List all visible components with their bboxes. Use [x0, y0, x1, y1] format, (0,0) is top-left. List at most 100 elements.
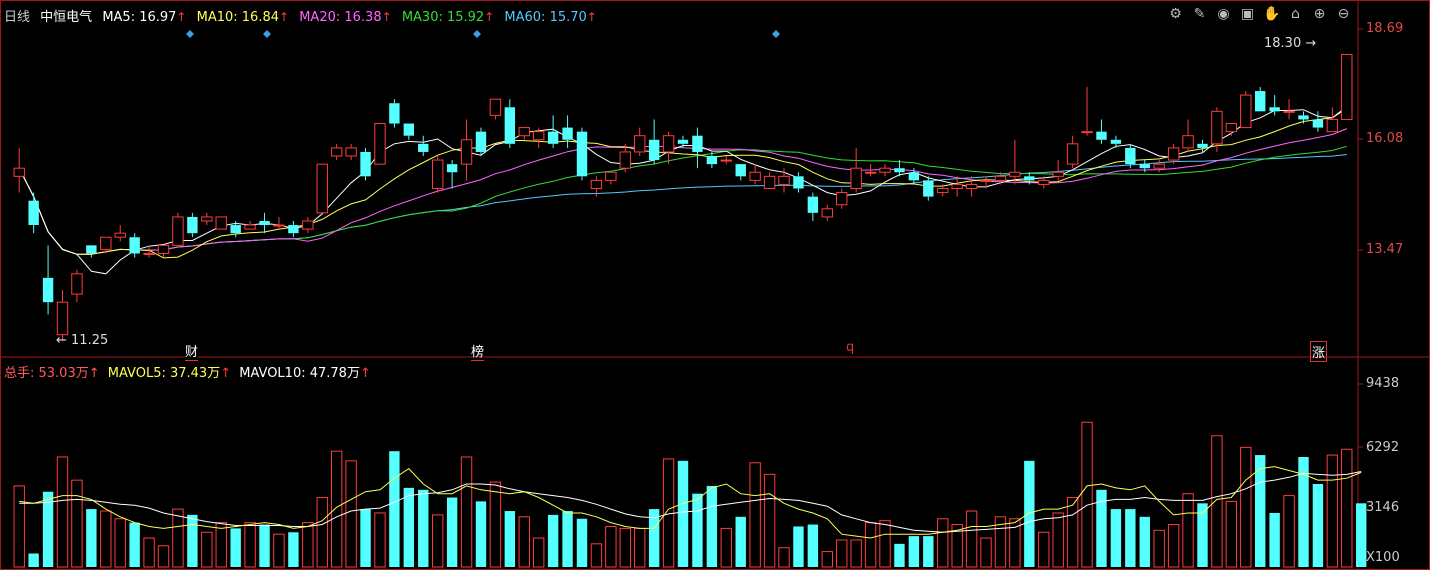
volume-bar-up[interactable] [879, 520, 891, 568]
volume-bar-up[interactable] [172, 508, 184, 568]
candle[interactable] [403, 123, 415, 140]
candle[interactable] [662, 131, 675, 165]
volume-bar-up[interactable] [143, 537, 155, 568]
volume-bar-down[interactable] [288, 532, 299, 567]
volume-bar-down[interactable] [1312, 484, 1324, 567]
candle[interactable] [187, 212, 198, 238]
volume-bar-down[interactable] [908, 536, 920, 567]
volume-bar-up[interactable] [302, 522, 314, 568]
event-marker-cai[interactable]: 财 [185, 341, 199, 361]
volume-bar-up[interactable] [864, 522, 877, 568]
candle[interactable] [763, 172, 776, 190]
volume-bar-up[interactable] [1182, 493, 1194, 568]
volume-bar-down[interactable] [793, 526, 804, 567]
volume-bar-up[interactable] [1283, 495, 1295, 568]
volume-bar-down[interactable] [562, 511, 573, 567]
candle[interactable] [605, 171, 617, 185]
volume-bar-down[interactable] [504, 511, 516, 567]
volume-bar-down[interactable] [1139, 516, 1150, 567]
zoom-in-icon[interactable]: ⊕ [1311, 6, 1328, 23]
volume-bar-up[interactable] [778, 547, 790, 568]
volume-bar-up[interactable] [157, 545, 170, 568]
candle[interactable] [201, 212, 213, 226]
volume-bar-down[interactable] [403, 487, 415, 567]
candle[interactable] [923, 176, 934, 201]
candle[interactable] [389, 99, 400, 128]
volume-bar-up[interactable] [965, 510, 978, 568]
candle[interactable] [273, 216, 285, 230]
volume-bar-up[interactable] [1153, 529, 1165, 568]
hand-icon[interactable]: ✋ [1263, 6, 1280, 23]
volume-bar-up[interactable] [13, 485, 25, 568]
volume-bar-up[interactable] [215, 522, 227, 568]
volume-bar-up[interactable] [460, 456, 473, 568]
candle[interactable] [850, 147, 862, 193]
volume-bar-down[interactable] [230, 528, 241, 567]
candle[interactable] [821, 204, 833, 221]
period-label[interactable]: 日线 [4, 10, 30, 25]
settings-icon[interactable]: ⚙ [1167, 6, 1184, 23]
candle[interactable] [86, 245, 97, 258]
candle[interactable] [1326, 107, 1339, 133]
volume-bar-up[interactable] [749, 462, 761, 568]
candle[interactable] [259, 212, 270, 234]
volume-bar-up[interactable] [114, 518, 126, 568]
volume-bar-down[interactable] [418, 489, 429, 567]
box-icon[interactable]: ▣ [1239, 6, 1256, 23]
candle[interactable] [1096, 119, 1107, 144]
volume-bar-up[interactable] [273, 533, 285, 568]
volume-bar-up[interactable] [1081, 421, 1093, 568]
candle[interactable] [735, 164, 746, 181]
volume-bar-up[interactable] [316, 497, 328, 568]
volume-bar-down[interactable] [259, 524, 270, 567]
volume-bar-down[interactable] [677, 460, 689, 567]
volume-bar-down[interactable] [576, 518, 588, 567]
volume-bar-up[interactable] [1225, 500, 1238, 568]
volume-bar-down[interactable] [735, 516, 746, 567]
eye-icon[interactable]: ◉ [1215, 6, 1232, 23]
volume-bar-up[interactable] [533, 537, 545, 568]
candle[interactable] [489, 98, 502, 120]
candle[interactable] [692, 127, 703, 169]
volume-bar-down[interactable] [475, 501, 487, 567]
candle[interactable] [1283, 99, 1295, 120]
event-diamond-2[interactable] [473, 30, 481, 38]
candle[interactable] [1081, 86, 1093, 136]
candle[interactable] [634, 127, 646, 157]
candle[interactable] [172, 212, 184, 246]
candle[interactable] [330, 143, 343, 161]
candle[interactable] [1298, 111, 1309, 124]
candle[interactable] [1052, 160, 1064, 181]
volume-bar-down[interactable] [360, 509, 371, 567]
volume-bar-down[interactable] [389, 451, 400, 567]
volume-bar-up[interactable] [937, 518, 949, 568]
volume-bar-down[interactable] [28, 553, 39, 567]
candle[interactable] [345, 143, 357, 161]
candle[interactable] [71, 269, 83, 303]
kline-chart-canvas[interactable] [0, 0, 1430, 570]
volume-bar-up[interactable] [590, 543, 603, 568]
volume-bar-down[interactable] [1356, 503, 1367, 567]
volume-bars[interactable] [13, 421, 1367, 568]
volume-bar-up[interactable] [71, 479, 83, 568]
candle[interactable] [13, 147, 25, 193]
candle[interactable] [244, 220, 256, 230]
candle[interactable] [129, 233, 140, 258]
volume-bar-up[interactable] [201, 531, 213, 568]
candle[interactable] [1240, 91, 1252, 129]
candle[interactable] [677, 135, 689, 148]
volume-bar-down[interactable] [894, 543, 905, 567]
candle[interactable] [879, 164, 891, 177]
candle[interactable] [994, 172, 1007, 185]
candle[interactable] [1009, 139, 1021, 185]
volume-bar-up[interactable] [821, 551, 833, 568]
volume-bar-up[interactable] [374, 512, 386, 568]
candle[interactable] [288, 220, 299, 238]
event-marker-bang[interactable]: 榜 [471, 341, 485, 361]
candle[interactable] [114, 225, 126, 242]
volume-bar-up[interactable] [605, 525, 617, 568]
candle[interactable] [836, 188, 848, 209]
candle[interactable] [504, 99, 516, 148]
candle[interactable] [1066, 135, 1079, 169]
candle-series[interactable] [13, 53, 1353, 341]
